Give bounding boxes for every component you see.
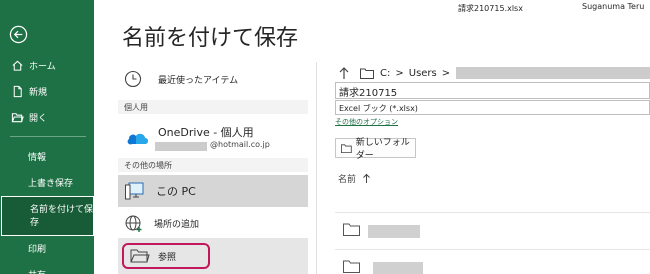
home-icon xyxy=(11,59,24,72)
breadcrumb-drive[interactable]: C: xyxy=(380,68,390,79)
nav-item-label: 印刷 xyxy=(28,244,47,255)
nav-item-label: 名前を付けて保 存 xyxy=(30,205,94,228)
redacted-folder-name xyxy=(368,225,420,238)
nav-item-label: 新規 xyxy=(29,87,48,98)
new-folder-button[interactable]: 新しいフォルダー xyxy=(335,138,416,161)
location-recent-label: 最近使ったアイテム xyxy=(158,75,239,86)
onedrive-label: OneDrive - 個人用 xyxy=(158,126,254,139)
folder-icon xyxy=(343,260,360,273)
onedrive-cloud-icon xyxy=(127,133,148,145)
open-folder-icon xyxy=(11,111,24,124)
breadcrumb-users[interactable]: Users xyxy=(409,68,437,79)
location-browse[interactable]: 参照 xyxy=(118,238,308,274)
nav-item-open[interactable]: 開く xyxy=(0,104,94,130)
nav-item-new[interactable]: 新規 xyxy=(0,78,94,104)
title-bar: 請求210715.xlsx xyxy=(94,0,650,20)
backstage-nav: ホーム 新規 開く 情報 上書き保存 名前を付けて保 存 印刷 共有 xyxy=(0,0,94,274)
location-add-place-label: 場所の追加 xyxy=(154,219,200,230)
nav-divider xyxy=(10,136,86,137)
nav-item-label: 情報 xyxy=(28,152,47,163)
row-divider xyxy=(335,249,650,250)
location-this-pc-label: この PC xyxy=(156,185,196,198)
new-folder-label: 新しいフォルダー xyxy=(355,138,410,161)
breadcrumb-separator: > xyxy=(441,67,451,79)
window-filename: 請求210715.xlsx xyxy=(458,4,523,13)
section-header-other: その他の場所 xyxy=(118,158,308,172)
folder-icon xyxy=(343,223,360,236)
nav-item-print[interactable]: 印刷 xyxy=(0,235,94,261)
nav-item-label: ホーム xyxy=(29,61,56,72)
more-options-link[interactable]: その他のオプション xyxy=(335,117,398,127)
sort-up-icon xyxy=(363,173,370,183)
nav-item-label: 共有 xyxy=(28,268,46,274)
nav-item-save[interactable]: 上書き保存 xyxy=(0,169,94,195)
onedrive-account: @hotmail.co.jp xyxy=(210,140,270,149)
file-type-select[interactable]: Excel ブック (*.xlsx) xyxy=(335,100,650,115)
panel-divider xyxy=(316,62,317,274)
section-header-personal: 個人用 xyxy=(118,100,308,114)
location-onedrive[interactable]: OneDrive - 個人用 @hotmail.co.jp xyxy=(118,124,308,154)
column-header-name[interactable]: 名前 xyxy=(338,172,371,185)
nav-item-label: 上書き保存 xyxy=(28,178,74,189)
location-this-pc[interactable]: この PC xyxy=(118,175,308,207)
new-folder-icon xyxy=(341,143,352,153)
page-title: 名前を付けて保存 xyxy=(122,26,299,51)
back-arrow-icon[interactable] xyxy=(9,25,28,44)
breadcrumb-separator: > xyxy=(395,67,404,79)
redacted-account xyxy=(155,142,207,151)
redacted-folder-name xyxy=(373,262,423,274)
file-list-row[interactable] xyxy=(335,252,650,274)
account-name[interactable]: Suganuma Teru xyxy=(582,2,644,11)
location-recent[interactable]: 最近使ったアイテム xyxy=(118,66,308,92)
nav-item-share[interactable]: 共有 xyxy=(0,261,94,274)
new-file-icon xyxy=(11,85,24,98)
row-divider xyxy=(335,212,650,213)
clock-icon xyxy=(124,70,142,88)
computer-icon xyxy=(125,182,144,200)
file-list-row[interactable] xyxy=(335,215,650,243)
nav-item-save-as[interactable]: 名前を付けて保 存 xyxy=(1,196,94,236)
browse-folder-icon xyxy=(130,249,150,263)
redacted-path xyxy=(456,67,650,79)
globe-add-icon xyxy=(125,215,142,232)
nav-item-info[interactable]: 情報 xyxy=(0,143,94,169)
up-arrow-icon[interactable] xyxy=(338,66,350,80)
file-name-input[interactable] xyxy=(335,82,650,99)
nav-item-home[interactable]: ホーム xyxy=(0,52,94,78)
breadcrumb: C: > Users > xyxy=(338,64,650,82)
folder-icon xyxy=(360,68,374,79)
column-header-label: 名前 xyxy=(338,175,357,185)
location-add-place[interactable]: 場所の追加 xyxy=(118,210,308,236)
location-browse-label: 参照 xyxy=(158,253,177,263)
nav-item-label: 開く xyxy=(29,113,48,124)
